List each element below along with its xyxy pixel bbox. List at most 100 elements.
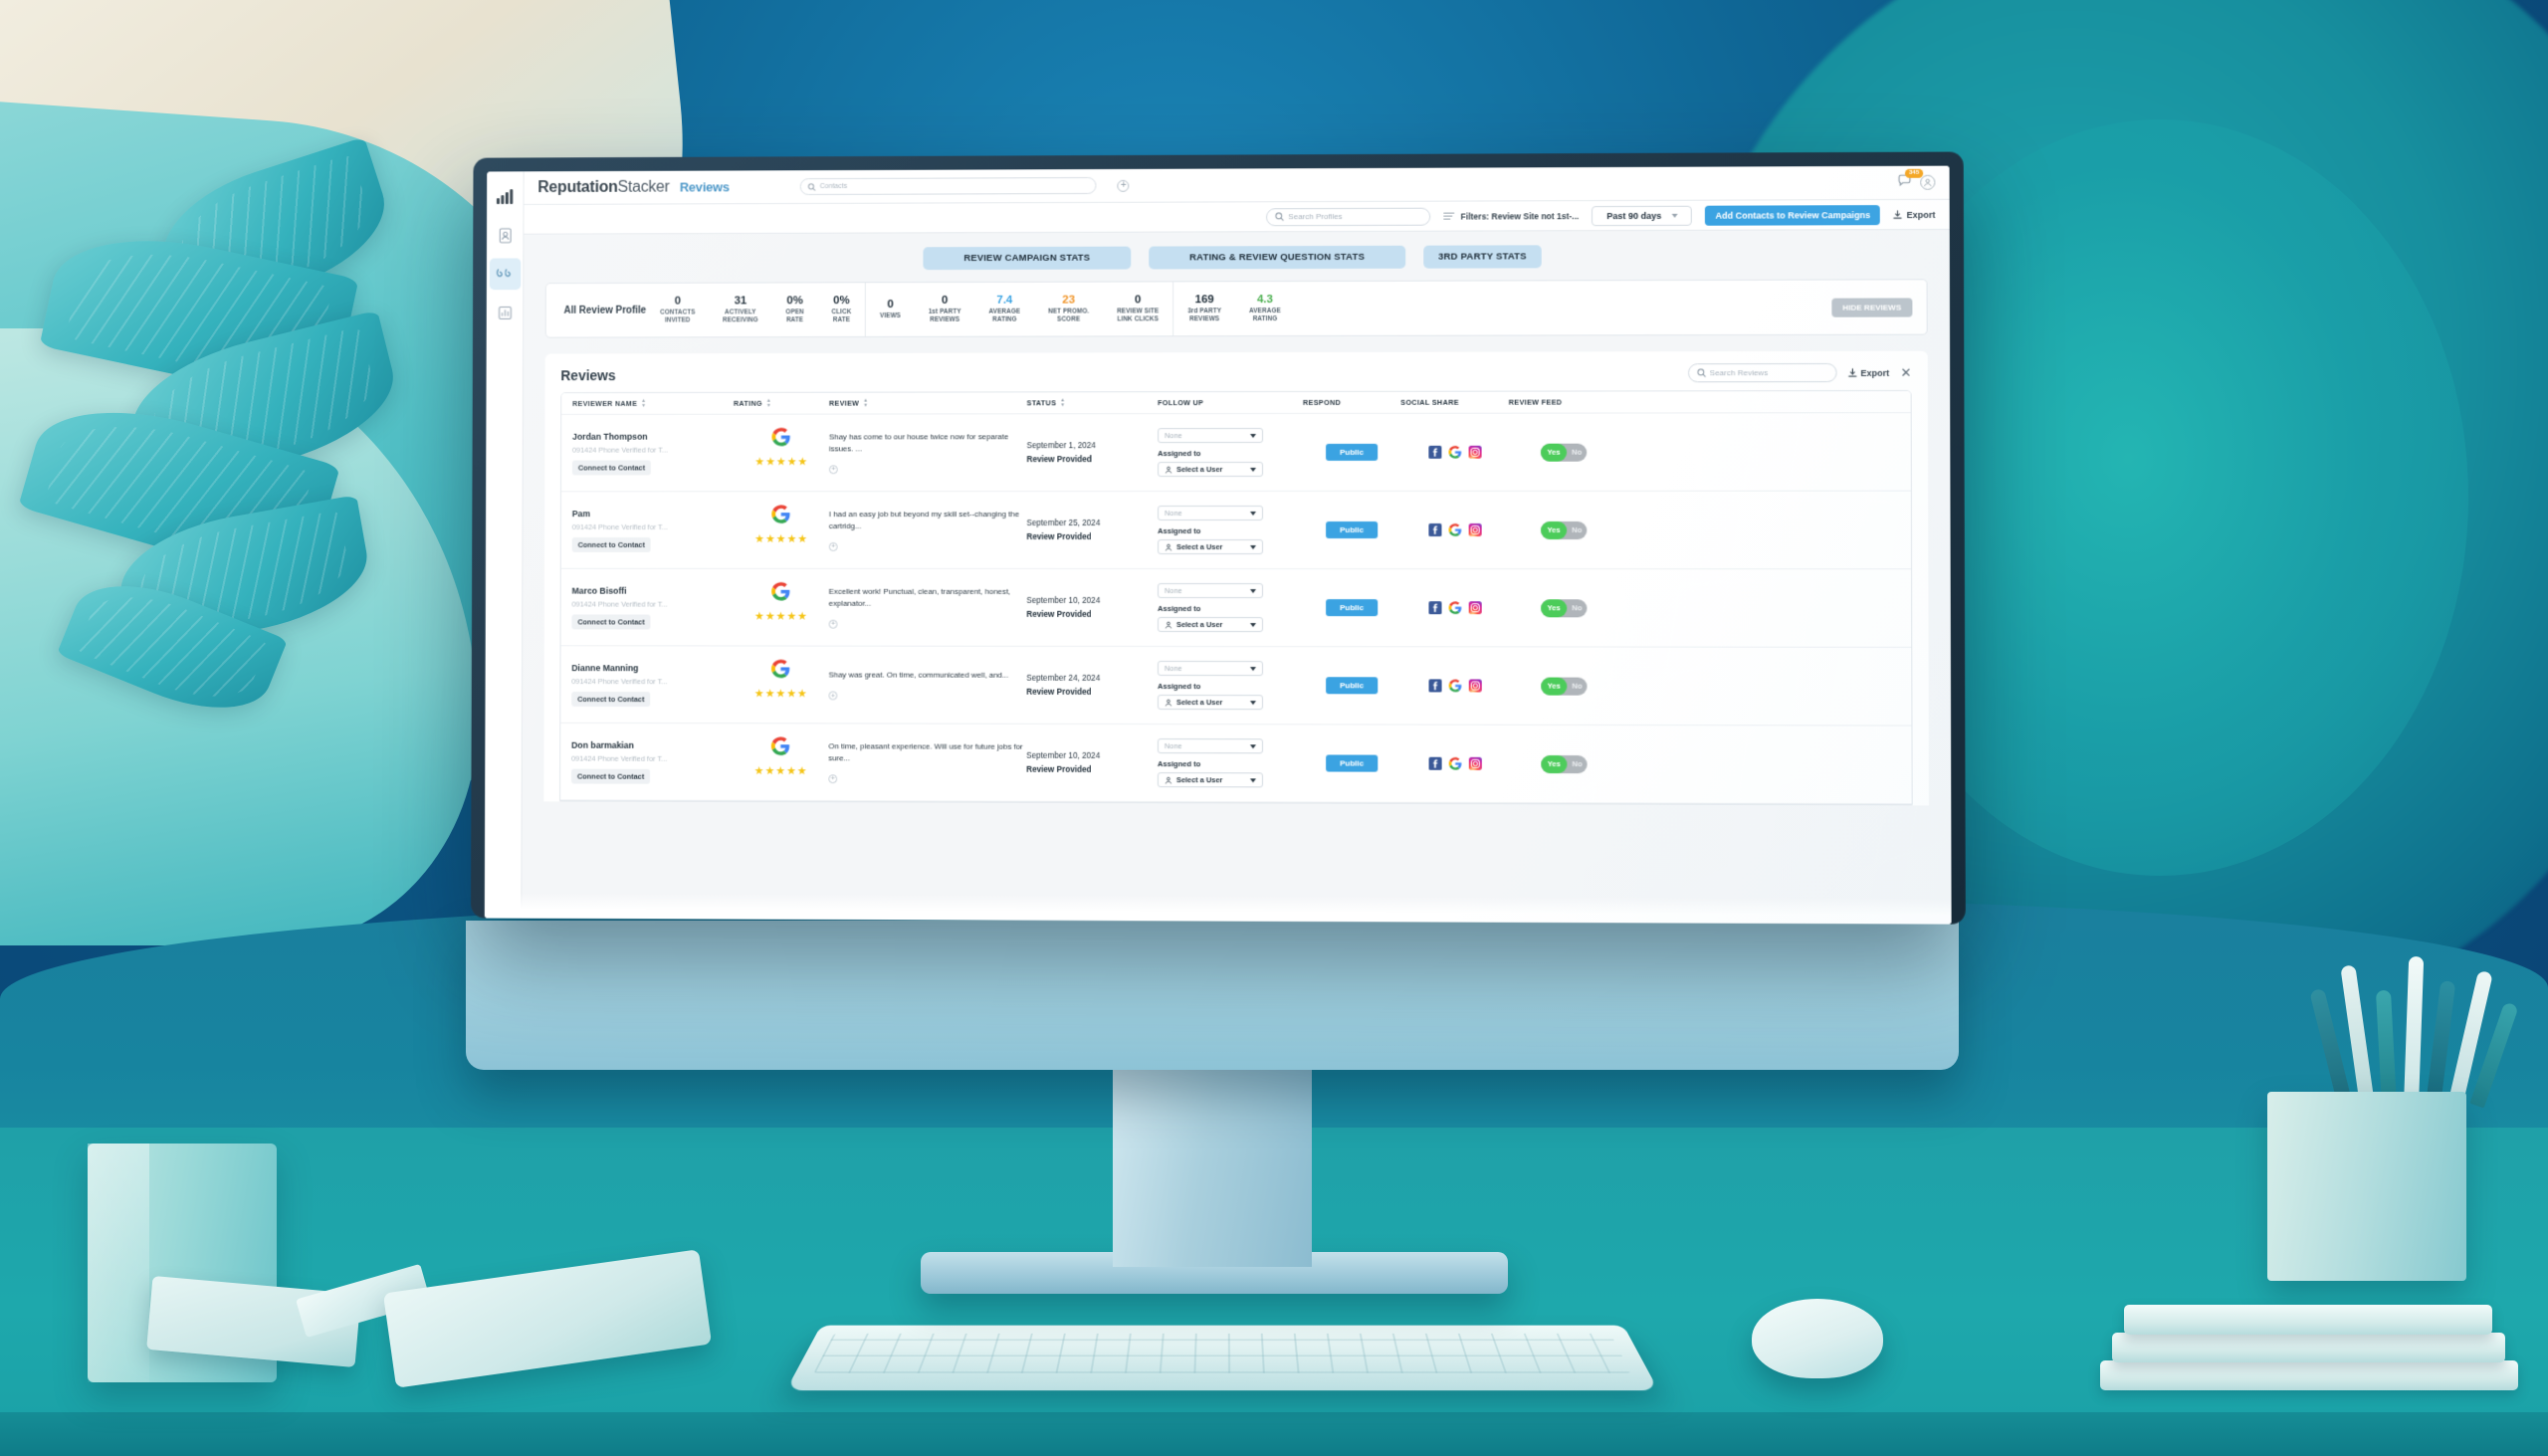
column-label: REVIEWER NAME [572,399,637,408]
stat-value: 0 [929,295,961,308]
add-contacts-button[interactable]: Add Contacts to Review Campaigns [1705,205,1880,226]
reviewer-name: Pam [572,509,734,519]
google-icon[interactable] [1448,679,1461,692]
follow-up-select[interactable]: None [1158,661,1263,676]
respond-public-button[interactable]: Public [1326,677,1378,694]
close-icon[interactable]: ✕ [1901,366,1912,379]
respond-public-button[interactable]: Public [1326,599,1378,616]
instagram-icon[interactable] [1468,679,1481,692]
google-icon[interactable] [1448,601,1461,614]
search-profiles-input[interactable]: Search Profiles [1266,207,1430,226]
google-icon[interactable] [1448,446,1461,459]
instagram-icon[interactable] [1468,757,1481,770]
reviewer-meta: 091424 Phone Verified for T... [572,445,734,454]
notifications-button[interactable]: 345 [1898,173,1911,191]
stats-group-third-party: 169 3rd PARTY REVIEWS 4.3 AVERAGE RATING [1172,282,1295,335]
respond-cell: Public [1303,501,1400,559]
stat-label: ACTIVELY RECEIVING [723,310,758,325]
column-header-rating[interactable]: RATING ▲ ▼ [734,399,829,408]
google-icon[interactable] [1448,757,1461,770]
expand-review-icon[interactable]: + [829,542,838,551]
tab-review-campaign-stats[interactable]: REVIEW CAMPAIGN STATS [923,247,1131,271]
social-share-cell [1400,501,1509,559]
review-feed-toggle[interactable]: Yes No [1541,443,1587,461]
google-icon[interactable] [1448,523,1461,536]
assigned-user-select[interactable]: Select a User [1158,539,1263,554]
sidebar-item-reports[interactable] [489,297,521,328]
export-button[interactable]: Export [1893,209,1935,219]
follow-up-select[interactable]: None [1158,738,1263,753]
facebook-icon[interactable] [1428,523,1441,536]
respond-public-button[interactable]: Public [1326,521,1378,538]
table-header-row: REVIEWER NAME ▲ ▼ RATING ▲ ▼ REVIEW ▲ ▼ STATUS… [561,391,1910,415]
tab-3rd-party-stats[interactable]: 3RD PARTY STATS [1423,245,1542,268]
analytics-logo-icon[interactable] [491,179,521,213]
assigned-user-select[interactable]: Select a User [1158,772,1263,787]
connect-to-contact-button[interactable]: Connect to Contact [572,460,651,475]
google-icon [771,736,790,755]
review-feed-toggle[interactable]: Yes No [1541,599,1587,617]
assigned-user-select[interactable]: Select a User [1158,462,1263,477]
chevron-down-icon [1250,778,1256,782]
stat-label: AVERAGE RATING [1249,308,1281,323]
assigned-user-select[interactable]: Select a User [1158,695,1263,710]
follow-up-select[interactable]: None [1158,428,1263,443]
sort-icon: ▲ ▼ [1060,398,1065,407]
review-feed-toggle[interactable]: Yes No [1541,677,1587,695]
star-rating: ★ ★ ★ ★ ★ [754,689,807,700]
facebook-icon[interactable] [1428,601,1441,614]
contacts-search-input[interactable]: Contacts [800,177,1097,195]
search-reviews-input[interactable]: Search Reviews [1688,363,1837,382]
connect-to-contact-button[interactable]: Connect to Contact [571,614,650,629]
column-header-review[interactable]: REVIEW ▲ ▼ [829,398,1027,407]
connect-to-contact-button[interactable]: Connect to Contact [571,692,650,707]
reviews-export-button[interactable]: Export [1847,367,1889,377]
user-icon [1165,542,1172,550]
table-row[interactable]: Pam 091424 Phone Verified for T... Conne… [561,492,1911,570]
expand-review-icon[interactable]: + [828,774,837,783]
assigned-user-select[interactable]: Select a User [1158,617,1263,632]
column-header-reviewer-name[interactable]: REVIEWER NAME ▲ ▼ [561,399,734,408]
stat-label: NET PROMO. SCORE [1048,309,1089,324]
filters-button[interactable]: Filters: Review Site not 1st-... [1444,211,1580,221]
respond-public-button[interactable]: Public [1326,754,1378,771]
avatar[interactable] [1920,175,1935,190]
review-feed-toggle[interactable]: Yes No [1541,520,1587,538]
table-row[interactable]: Marco Bisoffi 091424 Phone Verified for … [561,569,1912,648]
sidebar-item-contacts[interactable] [489,220,521,252]
star-icon: ★ [765,534,775,545]
assigned-to-label: Assigned to [1158,682,1303,691]
table-row[interactable]: Dianne Manning 091424 Phone Verified for… [560,646,1911,726]
connect-to-contact-button[interactable]: Connect to Contact [571,768,650,783]
instagram-icon[interactable] [1468,601,1481,614]
expand-review-icon[interactable]: + [829,619,838,628]
star-icon: ★ [765,689,775,700]
reputationstacker-app: ReputationStacker Reviews Contacts + 345 [485,166,1952,925]
follow-up-select[interactable]: None [1158,583,1263,598]
connect-to-contact-button[interactable]: Connect to Contact [572,537,651,552]
hide-reviews-button[interactable]: HIDE REVIEWS [1831,298,1912,316]
assigned-user-value: Select a User [1176,698,1222,707]
table-row[interactable]: Jordan Thompson 091424 Phone Verified fo… [561,413,1911,492]
plus-circle-icon[interactable]: + [1118,179,1130,191]
respond-public-button[interactable]: Public [1326,444,1378,461]
facebook-icon[interactable] [1428,679,1441,692]
date-range-select[interactable]: Past 90 days [1592,205,1692,225]
expand-review-icon[interactable]: + [828,692,837,701]
tab-rating-review-question-stats[interactable]: RATING & REVIEW QUESTION STATS [1149,246,1405,270]
expand-review-icon[interactable]: + [829,465,838,474]
instagram-icon[interactable] [1468,523,1481,536]
reviewer-name: Marco Bisoffi [572,585,734,595]
review-text: Shay was great. On time, communicated we… [828,669,1026,680]
facebook-icon[interactable] [1428,757,1441,770]
review-feed-toggle[interactable]: Yes No [1541,754,1587,772]
instagram-icon[interactable] [1468,446,1481,459]
column-header-status[interactable]: STATUS ▲ ▼ [1027,398,1159,407]
table-row[interactable]: Don barmakian 091424 Phone Verified for … [560,724,1912,804]
toggle-no-label: No [1567,603,1587,612]
follow-up-select[interactable]: None [1158,506,1263,520]
star-icon: ★ [765,766,775,777]
stat-label: 3rd PARTY REVIEWS [1187,309,1221,324]
sidebar-item-reviews[interactable] [489,258,521,290]
facebook-icon[interactable] [1428,446,1441,459]
